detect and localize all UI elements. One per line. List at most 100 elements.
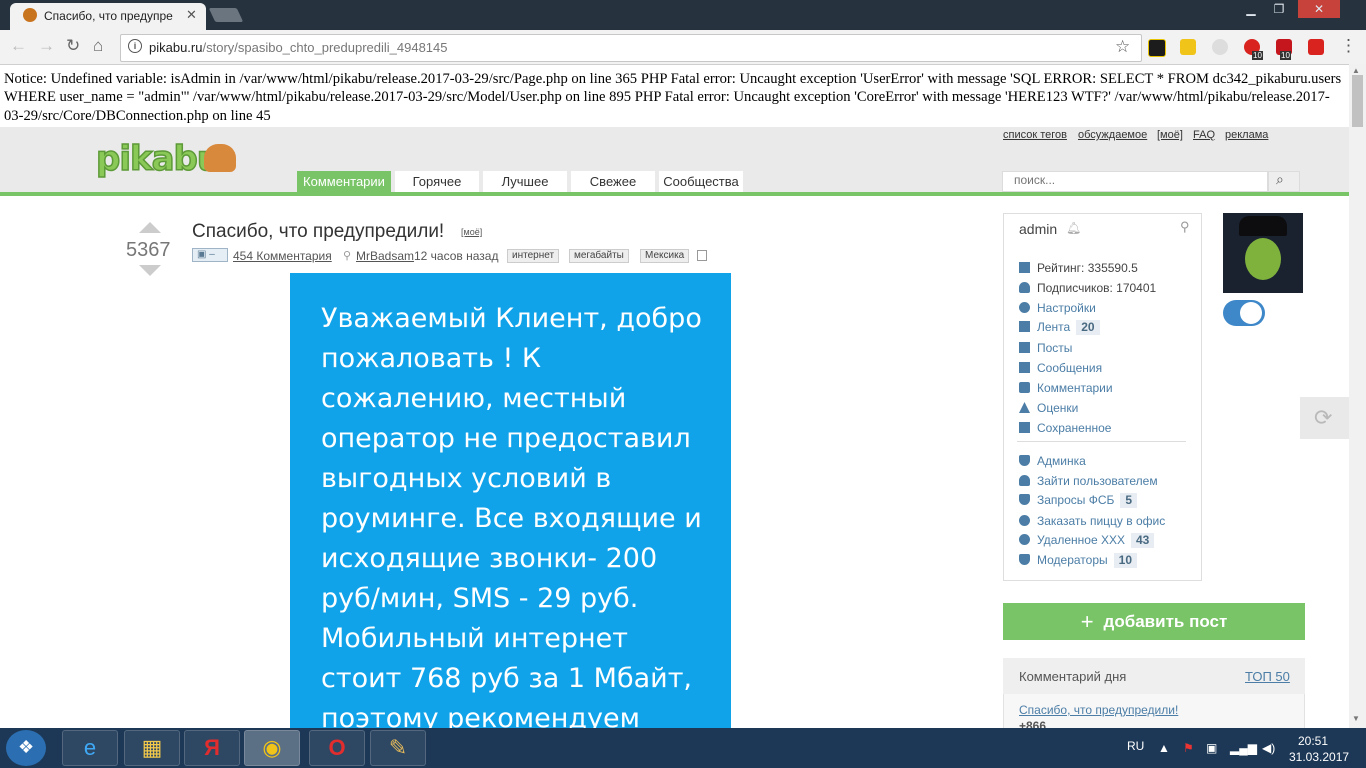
feed-badge: 20	[1076, 320, 1100, 335]
new-tab-button[interactable]	[208, 8, 244, 22]
top-link-faq[interactable]: FAQ	[1193, 129, 1215, 141]
tab-close-icon[interactable]: ✕	[186, 7, 197, 23]
refresh-icon[interactable]: ⟳	[1314, 405, 1332, 431]
upvote-arrow-icon[interactable]	[139, 222, 161, 233]
top50-link[interactable]: ТОП 50	[1245, 669, 1290, 684]
info-icon[interactable]: i	[128, 39, 142, 53]
tray-device-icon[interactable]: ▣	[1206, 741, 1217, 755]
yandex-taskbar-icon[interactable]: Я	[184, 730, 240, 766]
tray-signal-icon[interactable]: ▂▄▆	[1230, 741, 1257, 755]
username[interactable]: admin	[1019, 221, 1057, 237]
explorer-taskbar-icon[interactable]: ▦	[124, 730, 180, 766]
rating-chart-icon	[1019, 262, 1030, 273]
bell-icon[interactable]: 🔔︎	[1066, 221, 1081, 235]
search-icon[interactable]: ⌕	[1276, 171, 1284, 188]
clock-time[interactable]: 20:51	[1298, 734, 1328, 748]
avatar-bowler-hat	[1239, 216, 1287, 236]
post-tag[interactable]: интернет	[507, 249, 560, 263]
toggle-knob[interactable]	[1240, 302, 1262, 324]
camera-icon[interactable]: ▣ –	[192, 248, 228, 262]
tray-arrow-icon[interactable]: ▲	[1158, 741, 1170, 755]
triangle-up-icon	[1019, 402, 1030, 413]
menu-saved[interactable]: Сохраненное	[1019, 421, 1111, 435]
window-close-icon[interactable]: ✕	[1298, 0, 1340, 18]
tab-best[interactable]: Лучшее	[483, 171, 567, 192]
user-rating: Рейтинг: 335590.5	[1019, 261, 1138, 275]
reload-icon[interactable]: ↻	[66, 36, 80, 56]
menu-login-as-user[interactable]: Зайти пользователем	[1019, 474, 1158, 488]
tab-hot[interactable]: Горячее	[395, 171, 479, 192]
search-button[interactable]	[1268, 171, 1300, 192]
top-link-discussed[interactable]: обсуждаемое	[1078, 129, 1147, 141]
menu-icon[interactable]: ⋮	[1340, 36, 1357, 56]
url-text[interactable]: pikabu.ru/story/spasibo_chto_predupredil…	[149, 40, 448, 55]
extension-play-icon[interactable]	[1308, 39, 1324, 55]
person-icon	[1019, 282, 1030, 293]
top-link-ads[interactable]: реклама	[1225, 129, 1268, 141]
menu-fsb-requests[interactable]: Запросы ФСБ 5	[1019, 493, 1138, 508]
post-author[interactable]: MrBadsam	[356, 249, 414, 263]
ie-taskbar-icon[interactable]: e	[62, 730, 118, 766]
back-arrow-icon[interactable]: ←	[10, 36, 27, 56]
windows-logo-icon: ❖	[18, 737, 35, 757]
menu-admin[interactable]: Админка	[1019, 454, 1086, 468]
tab-comments[interactable]: Комментарии	[297, 171, 391, 192]
post-tag[interactable]: мегабайты	[569, 249, 629, 263]
menu-settings[interactable]: Настройки	[1019, 301, 1096, 315]
tray-volume-icon[interactable]: ◀)	[1262, 741, 1275, 755]
scrollbar-thumb[interactable]	[1352, 75, 1363, 127]
post-moe-tag[interactable]: [моё]	[461, 227, 482, 237]
author-icon: ⚲	[343, 250, 352, 262]
clock-date[interactable]: 31.03.2017	[1289, 750, 1349, 764]
downvote-arrow-icon[interactable]	[139, 265, 161, 276]
extension-checkmark-icon[interactable]	[1148, 39, 1166, 57]
floppy-icon	[1019, 422, 1030, 433]
chrome-taskbar-icon[interactable]: ◉	[244, 730, 300, 766]
cupcake-logo-icon	[204, 144, 236, 172]
pikabu-logo[interactable]: pikabu	[95, 138, 222, 180]
forward-arrow-icon[interactable]: →	[38, 36, 55, 56]
search-input[interactable]	[1012, 172, 1256, 188]
menu-ratings[interactable]: Оценки	[1019, 401, 1078, 415]
comment-icon	[1019, 382, 1030, 393]
add-post-button[interactable]: + добавить пост	[1003, 603, 1305, 640]
menu-deleted-xxx[interactable]: Удаленное XXX 43	[1019, 533, 1155, 548]
scroll-up-icon[interactable]: ▲	[1352, 66, 1360, 75]
menu-posts[interactable]: Посты	[1019, 341, 1072, 355]
minimize-icon[interactable]: ▁	[1238, 0, 1264, 18]
extension-s-icon[interactable]	[1212, 39, 1228, 55]
comment-of-day-title: Комментарий дня	[1019, 669, 1127, 684]
tray-flag-icon[interactable]: ⚑	[1183, 741, 1194, 755]
opera-taskbar-icon[interactable]: O	[309, 730, 365, 766]
home-icon[interactable]: ⌂	[93, 36, 103, 56]
menu-moderators[interactable]: Модераторы 10	[1019, 553, 1137, 568]
menu-comments[interactable]: Комментарии	[1019, 381, 1113, 395]
fsb-badge: 5	[1120, 493, 1138, 508]
deleted-badge: 43	[1130, 533, 1155, 548]
save-post-icon[interactable]	[697, 250, 707, 261]
php-error-notice: Notice: Undefined variable: isAdmin in /…	[4, 71, 1342, 124]
post-time: 12 часов назад	[414, 249, 499, 263]
paint-taskbar-icon[interactable]: ✎	[370, 730, 426, 766]
bookmark-star-icon[interactable]: ☆	[1115, 37, 1130, 57]
extension-flag-icon[interactable]	[1180, 39, 1196, 55]
extension-badge: 10	[1252, 51, 1263, 60]
restore-icon[interactable]: ❐	[1266, 0, 1292, 18]
post-tag[interactable]: Мексика	[640, 249, 690, 263]
pin-icon[interactable]: ⚲	[1180, 219, 1190, 235]
scrollbar[interactable]	[1349, 64, 1366, 728]
menu-feed[interactable]: Лента 20	[1019, 320, 1100, 335]
comments-count-link[interactable]: 454 Комментария	[233, 249, 332, 263]
post-title[interactable]: Спасибо, что предупредили!	[192, 221, 444, 243]
post-image-text: Уважаемый Клиент, добро пожаловать ! К с…	[321, 303, 702, 734]
menu-order-pizza[interactable]: Заказать пиццу в офис	[1019, 514, 1165, 528]
person-icon	[1019, 475, 1030, 486]
language-indicator[interactable]: RU	[1127, 739, 1144, 753]
tab-communities[interactable]: Сообщества	[659, 171, 743, 192]
top-link-mine[interactable]: [моё]	[1157, 129, 1183, 141]
comment-of-day-link[interactable]: Спасибо, что предупредили!	[1019, 703, 1178, 717]
top-link-tags[interactable]: список тегов	[1003, 129, 1067, 141]
tab-fresh[interactable]: Свежее	[571, 171, 655, 192]
menu-messages[interactable]: Сообщения	[1019, 361, 1102, 375]
scroll-down-icon[interactable]: ▼	[1352, 714, 1360, 723]
